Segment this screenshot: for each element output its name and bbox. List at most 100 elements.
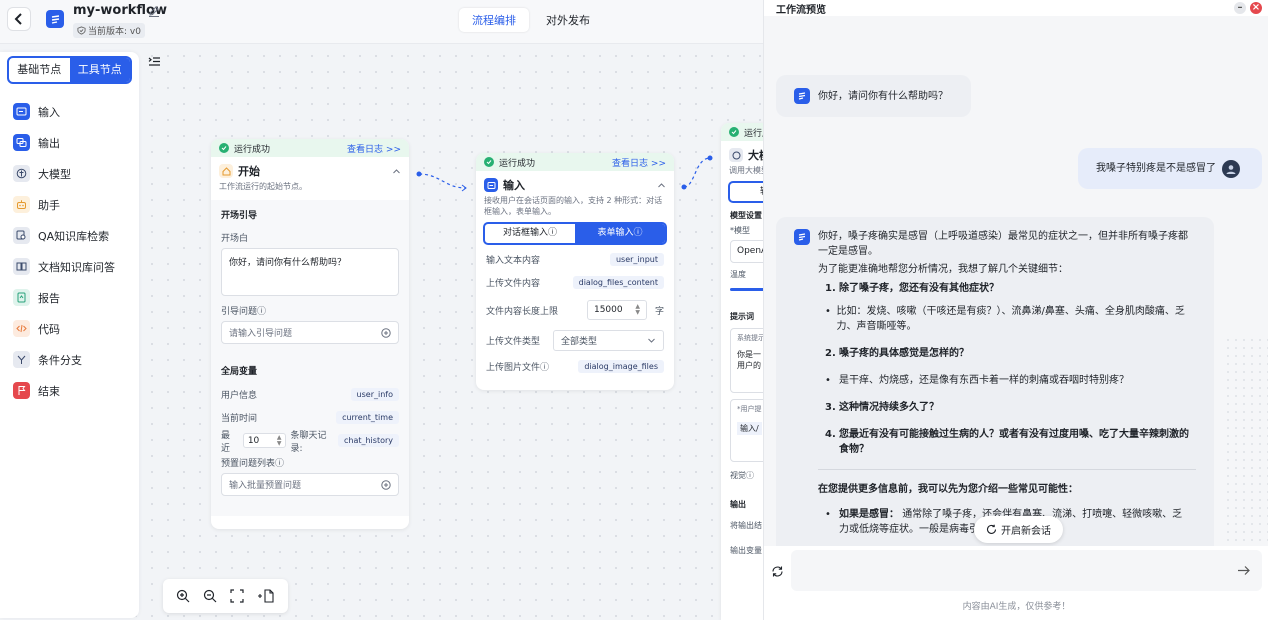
node-title: 大模 [748, 149, 763, 162]
file-type-select[interactable]: 全部类型 [553, 330, 664, 351]
history-row: 最近 10 ▲ ▼ 条聊天记录: chat_history [211, 429, 409, 454]
node-header: 输入 [476, 171, 674, 193]
answer-intro: 你好，嗓子疼确实是感冒（上呼吸道感染）最常见的症状之一，但并非所有嗓子疼都一定是… [818, 231, 1188, 257]
plus-circle-icon[interactable] [381, 479, 391, 490]
output-row-2: 输出变量 [730, 546, 762, 555]
run-status-text: 运行成功 [499, 158, 536, 169]
var-tag: dialog_image_files [578, 360, 664, 373]
new-session-button[interactable]: 开启新会话 [974, 516, 1063, 543]
vision-label: 视觉ⓘ [730, 471, 754, 480]
stepper-arrows-icon[interactable]: ▲ ▼ [635, 304, 640, 316]
system-prompt-text: 你是一用户的 [737, 350, 761, 370]
dialog-input-tab[interactable]: 对话框输入ⓘ [485, 224, 575, 243]
possibility-bold: 如果是感冒： [839, 509, 899, 520]
var-label: 用户信息 [221, 391, 258, 401]
minimize-icon[interactable]: – [1234, 2, 1246, 14]
node-header: 大模 [721, 141, 763, 163]
llm-mode-tab[interactable]: 输 [728, 181, 763, 203]
length-stepper[interactable]: 15000 ▲ ▼ [586, 300, 647, 320]
chevron-up-icon[interactable] [392, 167, 401, 176]
zoom-out-icon[interactable] [203, 589, 217, 603]
fit-view-icon[interactable] [230, 589, 244, 603]
view-log-link[interactable]: 查看日志 >> [612, 156, 666, 169]
answer-lead: 为了能更准确地帮您分析情况，我想了解几个关键细节： [818, 264, 1068, 275]
input-node[interactable]: 运行成功 查看日志 >> 输入 接收用户在会话页面的输入，支持 2 种形式：对话… [476, 153, 674, 390]
divider [818, 469, 1196, 470]
send-arrow-icon[interactable] [1237, 565, 1251, 576]
var-label: 上传图片文件ⓘ [486, 363, 550, 373]
stepper-arrows-icon[interactable]: ▲ ▼ [277, 434, 282, 447]
node-title: 开始 [238, 165, 260, 178]
question-detail: • 比如：发烧、咳嗽（干咳还是有痰？）、流鼻涕/鼻塞、头痛、全身肌肉酸痛、乏力、声… [825, 304, 1196, 334]
guide-question-label: 引导问题ⓘ [221, 307, 267, 317]
question-number: 1. [825, 283, 836, 294]
view-log-link[interactable]: 查看日志 >> [347, 142, 401, 155]
input-mode-switch: 对话框输入ⓘ 表单输入ⓘ [483, 222, 667, 245]
var-tag: chat_history [337, 434, 399, 447]
check-circle-icon [484, 157, 494, 167]
model-select[interactable]: OpenA [730, 240, 763, 263]
close-icon[interactable]: × [1250, 2, 1262, 14]
node-header: 开始 [211, 157, 409, 179]
model-setting-title: 模型设置 [730, 211, 762, 220]
prompt-title: 提示词 [730, 312, 754, 321]
check-circle-icon [729, 127, 739, 137]
chat-messages: 你好，请问你有什么帮助吗？ 我嗓子特别疼是不是感冒了 你好，嗓子疼确实是感冒（上… [764, 16, 1268, 546]
run-status-bar: 运行成 [721, 123, 763, 141]
var-tag: user_info [350, 388, 399, 401]
question-item: 4. 您最近有没有可能接触过生病的人？或者有没有过度用嗓、吃了大量辛辣刺激的食物？ [825, 427, 1196, 457]
user-avatar-icon [1226, 164, 1236, 174]
greeting-text: 你好，请问你有什么帮助吗？ [818, 90, 948, 102]
node-body: 开场引导 开场白 你好，请问你有什么帮助吗？ 引导问题ⓘ 请输入引导问题 全局变… [211, 200, 409, 516]
new-session-label: 开启新会话 [1001, 526, 1051, 537]
question-number: 2. [825, 348, 836, 359]
recent-suffix: 条聊天记录: [290, 430, 327, 454]
opening-textarea[interactable]: 你好，请问你有什么帮助吗？ [221, 248, 399, 296]
user-prompt-box[interactable]: *用户提 输入/ [730, 399, 763, 462]
bot-avatar-icon [794, 229, 810, 245]
chat-input-area: 内容由AI生成，仅供参考！ [764, 546, 1268, 620]
preview-header: 工作流预览 – × [764, 0, 1268, 16]
temperature-slider[interactable] [730, 288, 763, 291]
var-row: 用户信息 user_info [211, 383, 409, 406]
user-prompt-label: *用户提 [737, 405, 762, 413]
form-input-tab[interactable]: 表单输入ⓘ [575, 224, 665, 243]
user-prompt-var: 输入/ [737, 422, 762, 435]
workflow-preview-panel: 工作流预览 – × 你好，请问你有什么帮助吗？ 我嗓子特别疼是不是感冒了 你好，… [763, 0, 1268, 620]
chat-input[interactable] [791, 550, 1262, 591]
var-row: 当前时间 current_time [211, 406, 409, 429]
preset-question-input[interactable]: 输入批量预置问题 [221, 473, 399, 496]
zoom-in-icon[interactable] [176, 589, 190, 603]
workflow-canvas[interactable]: my-workflow 当前版本: v0 流程编排 对外发布 基础节点 工具节点… [0, 0, 763, 620]
refresh-icon[interactable] [771, 565, 784, 578]
var-tag: user_input [609, 253, 664, 266]
question-text: 嗓子疼的具体感觉是怎样的？ [839, 348, 969, 359]
start-node[interactable]: 运行成功 查看日志 >> 开始 工作流运行的起始节点。 开场引导 开场白 你好，… [211, 139, 409, 529]
var-label: 输入文本内容 [486, 256, 541, 266]
preset-placeholder: 输入批量预置问题 [229, 481, 302, 491]
file-type-label: 上传文件类型 [486, 337, 541, 347]
system-prompt-box[interactable]: 系统提示 你是一用户的 [730, 328, 763, 393]
plus-circle-icon[interactable] [381, 327, 391, 338]
guide-question-placeholder: 请输入引导问题 [229, 329, 293, 339]
add-note-icon[interactable] [257, 589, 275, 603]
var-tag: dialog_files_content [572, 276, 664, 289]
question-text: 除了嗓子疼，您还有没有其他症状？ [839, 283, 999, 294]
question-item: 2. 嗓子疼的具体感觉是怎样的？ [825, 346, 1196, 361]
global-vars-title: 全局变量 [221, 367, 258, 377]
output-row-1: 将输出结 [730, 521, 762, 530]
chevron-up-icon[interactable] [657, 181, 666, 190]
run-status-text: 运行成 [744, 128, 763, 139]
file-type-value: 全部类型 [561, 337, 598, 347]
decorative-dots [1224, 336, 1268, 546]
llm-node[interactable]: 运行成 大模 调用大模型 输 模型设置 *模型 OpenA 温度 提示词 系统提… [721, 123, 763, 620]
question-list: 1. 除了嗓子疼，您还有没有其他症状？ • 比如：发烧、咳嗽（干咳还是有痰？）、流鼻… [794, 281, 1196, 457]
var-row: 输入文本内容 user_input [476, 248, 674, 271]
history-count-stepper[interactable]: 10 ▲ ▼ [242, 433, 287, 448]
node-desc: 接收用户在会话页面的输入，支持 2 种形式：对话框输入，表单输入。 [484, 196, 663, 216]
length-row: 文件内容长度上限 15000 ▲ ▼ 字 [476, 294, 674, 326]
system-prompt-label: 系统提示 [737, 334, 763, 342]
chevron-down-icon [648, 338, 655, 343]
question-detail-text: 比如：发烧、咳嗽（干咳还是有痰？）、流鼻涕/鼻塞、头痛、全身肌肉酸痛、乏力、声音… [836, 306, 1185, 332]
guide-question-input[interactable]: 请输入引导问题 [221, 321, 399, 344]
